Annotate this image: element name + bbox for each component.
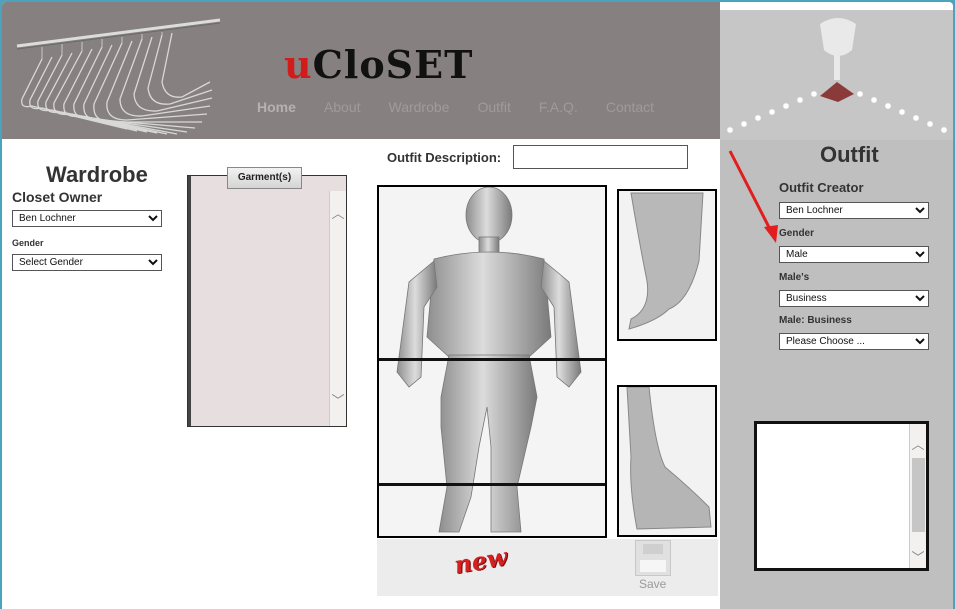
- hanger-strings-illustration: [726, 18, 948, 134]
- wardrobe-gender-label: Gender: [12, 238, 44, 248]
- subcategory-select[interactable]: Please Choose ...: [779, 333, 929, 350]
- garments-button[interactable]: Garment(s): [227, 167, 302, 189]
- wardrobe-title: Wardrobe: [46, 162, 148, 187]
- closet-owner-select[interactable]: Ben Lochner: [12, 210, 162, 227]
- hangers-illustration: [16, 18, 221, 135]
- new-outfit-button[interactable]: new: [452, 539, 522, 580]
- outfit-gender-label: Gender: [779, 228, 815, 239]
- nav-outfit[interactable]: Outfit: [477, 99, 510, 115]
- torso-divider: [379, 358, 605, 361]
- annotation-arrow-icon: [728, 150, 778, 243]
- subcategory-label: Male: Business: [779, 315, 852, 326]
- mannequin-display: [377, 185, 607, 538]
- outfit-panel-banner: [720, 10, 953, 140]
- logo-u: u: [284, 42, 313, 87]
- site-logo[interactable]: uCloSET: [284, 42, 473, 87]
- main-nav: Home About Wardrobe Outfit F.A.Q. Contac…: [257, 99, 682, 115]
- nav-wardrobe[interactable]: Wardrobe: [389, 99, 450, 115]
- arm-preview-image: [628, 192, 704, 330]
- legs-divider: [379, 483, 605, 486]
- nav-about[interactable]: About: [324, 99, 361, 115]
- nav-home[interactable]: Home: [257, 99, 296, 115]
- outfit-panel: Outfit Outfit Creator Ben Lochner Gender…: [720, 10, 953, 609]
- outfit-description-label: Outfit Description:: [387, 150, 502, 165]
- logo-text: CloSET: [312, 42, 474, 87]
- outfit-creator-label: Outfit Creator: [779, 180, 864, 195]
- outfit-scroll-down-icon[interactable]: ﹀: [910, 547, 926, 566]
- outfit-gender-select[interactable]: Male: [779, 246, 929, 263]
- garment-list-scrollbar[interactable]: ︿ ﹀: [329, 191, 346, 426]
- leg-preview: [617, 385, 717, 537]
- garment-list[interactable]: ︿ ﹀: [187, 175, 347, 427]
- save-label[interactable]: Save: [639, 577, 666, 591]
- nav-faq[interactable]: F.A.Q.: [539, 99, 578, 115]
- action-bar: new Save: [377, 539, 718, 596]
- outfit-scroll-up-icon[interactable]: ︿: [910, 434, 926, 453]
- arm-preview: [617, 189, 717, 341]
- outfit-scroll-thumb[interactable]: [912, 458, 925, 532]
- nav-contact[interactable]: Contact: [606, 99, 654, 115]
- closet-owner-label: Closet Owner: [12, 189, 103, 205]
- site-header: uCloSET Home About Wardrobe Outfit F.A.Q…: [2, 2, 720, 139]
- garment-list-edge: [188, 176, 191, 426]
- save-icon[interactable]: [635, 540, 671, 576]
- outfit-items-scrollbar[interactable]: ︿ ﹀: [909, 424, 926, 568]
- outfit-items-list[interactable]: ︿ ﹀: [754, 421, 929, 571]
- app-window: uCloSET Home About Wardrobe Outfit F.A.Q…: [2, 2, 953, 609]
- outfit-creator-select[interactable]: Ben Lochner: [779, 202, 929, 219]
- scroll-down-icon[interactable]: ﹀: [330, 390, 346, 409]
- leg-preview-image: [626, 386, 712, 530]
- category-label: Male's: [779, 272, 810, 283]
- scroll-up-icon[interactable]: ︿: [330, 203, 346, 222]
- outfit-description-input[interactable]: [513, 145, 688, 169]
- wardrobe-gender-select[interactable]: Select Gender: [12, 254, 162, 271]
- outfit-title: Outfit: [820, 142, 879, 167]
- category-select[interactable]: Business: [779, 290, 929, 307]
